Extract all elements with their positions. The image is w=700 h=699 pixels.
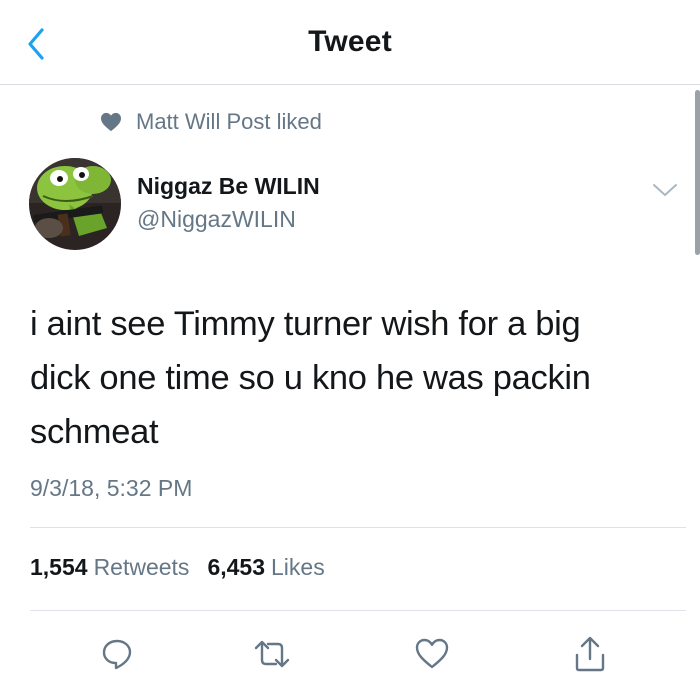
reply-icon <box>102 639 132 670</box>
tweet-stats: 1,554 Retweets 6,453 Likes <box>30 554 325 581</box>
likes-label: Likes <box>271 554 325 580</box>
divider <box>30 610 686 611</box>
page-title: Tweet <box>308 25 392 58</box>
retweet-icon <box>254 640 290 668</box>
retweets-count: 1,554 <box>30 554 88 580</box>
social-context: Matt Will Post liked <box>100 107 322 137</box>
header-bar: Tweet <box>0 0 700 85</box>
like-button[interactable] <box>410 632 454 676</box>
scrollbar[interactable] <box>695 90 700 255</box>
author-handle: @NiggazWILIN <box>137 206 296 232</box>
author-name[interactable]: Niggaz Be WILIN <box>137 173 320 200</box>
share-icon <box>575 636 605 672</box>
divider <box>30 527 686 528</box>
avatar-image <box>29 158 121 250</box>
retweets-stat[interactable]: 1,554 Retweets <box>30 554 189 581</box>
avatar[interactable] <box>29 158 121 250</box>
chevron-down-icon <box>653 184 677 196</box>
likes-count: 6,453 <box>207 554 265 580</box>
retweet-button[interactable] <box>250 632 294 676</box>
tweet-timestamp[interactable]: 9/3/18, 5:32 PM <box>30 475 192 502</box>
share-button[interactable] <box>568 632 612 676</box>
social-context-text: Matt Will Post liked <box>136 109 322 134</box>
more-options-button[interactable] <box>648 178 682 202</box>
reply-button[interactable] <box>95 632 139 676</box>
retweets-label: Retweets <box>93 554 190 580</box>
heart-filled-icon <box>101 112 121 132</box>
likes-stat[interactable]: 6,453 Likes <box>207 554 324 581</box>
tweet-text: i aint see Timmy turner wish for a big d… <box>30 305 591 451</box>
heart-outline-icon <box>415 638 449 669</box>
